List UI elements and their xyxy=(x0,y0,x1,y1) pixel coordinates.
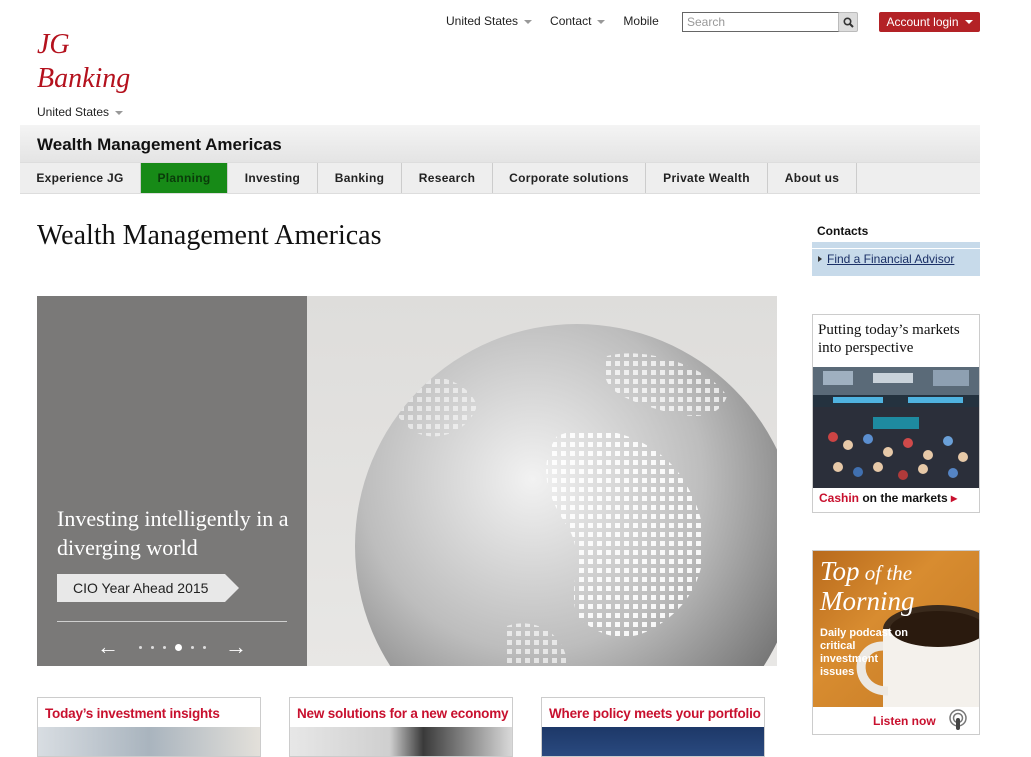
contacts-divider xyxy=(812,242,980,248)
top-of-the-morning-promo[interactable]: Top of the Morning Daily podcast on crit… xyxy=(812,550,980,735)
hero-panel: Investing intelligently in a diverging w… xyxy=(37,296,307,666)
title-top: Top xyxy=(820,556,860,586)
capitol-image xyxy=(542,727,764,756)
carousel-dots xyxy=(138,643,206,651)
contact-label: Contact xyxy=(550,14,592,28)
search-input[interactable] xyxy=(682,12,840,32)
title-of-the: of the xyxy=(859,561,913,585)
hero-globe-image[interactable] xyxy=(307,296,777,666)
contacts-box: Find a Financial Advisor xyxy=(812,249,980,276)
people-image xyxy=(38,727,260,756)
carousel-dot[interactable] xyxy=(190,645,194,649)
podcast-description: Daily podcast on critical investment iss… xyxy=(820,627,909,678)
coffee-cup-image: Top of the Morning Daily podcast on crit… xyxy=(813,551,979,707)
section-header: Wealth Management Americas xyxy=(20,125,980,162)
on-the-markets-label: on the markets xyxy=(859,491,952,505)
hero-heading: Investing intelligently in a diverging w… xyxy=(57,506,289,560)
region-selector[interactable]: United States xyxy=(37,105,124,119)
chevron-down-icon xyxy=(524,19,533,24)
search-icon xyxy=(842,16,854,28)
account-login-label: Account login xyxy=(886,15,959,29)
new-economy-card[interactable]: New solutions for a new economy xyxy=(289,697,513,757)
divider xyxy=(57,621,287,622)
title-morning: Morning xyxy=(820,586,915,616)
logo-line-1: JG xyxy=(37,29,70,60)
contact-menu[interactable]: Contact xyxy=(550,14,606,28)
cashin-on-the-markets-link[interactable]: Cashin on the markets ▸ xyxy=(819,491,957,505)
investment-insights-card[interactable]: Today’s investment insights xyxy=(37,697,261,757)
main-nav: Experience JG Planning Investing Banking… xyxy=(20,162,980,194)
cashin-label: Cashin xyxy=(819,491,860,505)
chevron-down-icon xyxy=(964,20,973,24)
cio-label: CIO Year Ahead 2015 xyxy=(73,580,209,596)
find-financial-advisor-link[interactable]: Find a Financial Advisor xyxy=(827,252,954,266)
tab-corporate-solutions[interactable]: Corporate solutions xyxy=(493,163,646,193)
carousel-dot[interactable] xyxy=(202,645,206,649)
card-title: Where policy meets your portfolio xyxy=(549,706,761,721)
arrow-right-icon: ▸ xyxy=(951,491,958,505)
trading-floor-image xyxy=(813,367,979,488)
arrow-right-icon[interactable]: → xyxy=(225,636,247,658)
carousel-dot[interactable] xyxy=(138,645,142,649)
markets-promo[interactable]: Putting today’s markets into perspective… xyxy=(812,314,980,513)
carousel-controls: ← → xyxy=(97,636,247,658)
tab-experience-jg[interactable]: Experience JG xyxy=(20,163,141,193)
country-selector[interactable]: United States xyxy=(446,14,533,28)
utility-nav: United States Contact Mobile xyxy=(446,14,677,28)
tab-planning[interactable]: Planning xyxy=(141,163,228,193)
carousel-dot[interactable] xyxy=(150,645,154,649)
carousel-dot[interactable] xyxy=(162,645,166,649)
card-title: Today’s investment insights xyxy=(45,706,220,721)
jg-banking-logo[interactable]: JG Banking xyxy=(37,28,130,96)
policy-portfolio-card[interactable]: Where policy meets your portfolio xyxy=(541,697,765,757)
chevron-down-icon xyxy=(597,19,606,24)
tab-research[interactable]: Research xyxy=(402,163,493,193)
card-title: New solutions for a new economy xyxy=(297,706,509,721)
logo-line-2: Banking xyxy=(37,63,131,94)
region-label: United States xyxy=(37,105,110,119)
listen-now-link[interactable]: Listen now xyxy=(873,714,936,728)
triangle-right-icon xyxy=(818,256,822,262)
tab-banking[interactable]: Banking xyxy=(318,163,402,193)
contacts-heading: Contacts xyxy=(817,224,869,238)
cio-year-ahead-button[interactable]: CIO Year Ahead 2015 xyxy=(57,574,239,602)
carousel-dot-active[interactable] xyxy=(174,643,182,651)
smartphone-image xyxy=(290,727,512,756)
section-title[interactable]: Wealth Management Americas xyxy=(37,135,282,155)
tab-about-us[interactable]: About us xyxy=(768,163,857,193)
podcast-icon[interactable] xyxy=(946,708,970,732)
chevron-down-icon xyxy=(115,110,124,115)
trading-floor-illustration xyxy=(813,367,979,488)
promo-heading: Putting today’s markets into perspective xyxy=(818,322,960,356)
tab-private-wealth[interactable]: Private Wealth xyxy=(646,163,768,193)
mobile-link[interactable]: Mobile xyxy=(623,14,658,28)
globe-icon xyxy=(355,324,777,666)
top-of-the-morning-title: Top of the Morning xyxy=(820,557,915,615)
search-button[interactable] xyxy=(838,12,858,32)
tab-investing[interactable]: Investing xyxy=(228,163,318,193)
arrow-left-icon[interactable]: ← xyxy=(97,636,119,658)
country-label: United States xyxy=(446,14,519,28)
page-title: Wealth Management Americas xyxy=(37,220,382,251)
account-login-button[interactable]: Account login xyxy=(879,12,980,32)
